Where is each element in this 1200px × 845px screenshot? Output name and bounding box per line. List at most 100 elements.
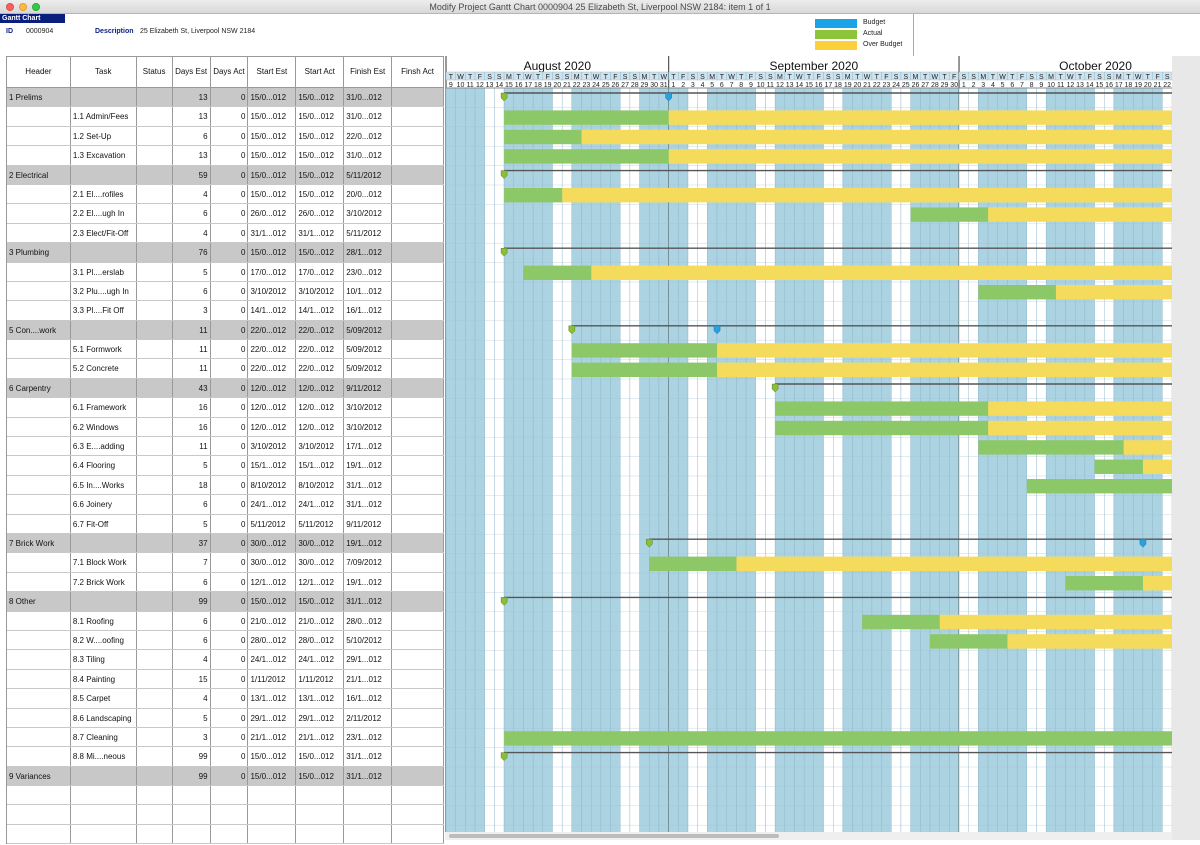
- table-cell[interactable]: 8.1 Roofing: [71, 611, 137, 630]
- table-row[interactable]: 8.6 Landscaping 5 0 29/1...012 29/1...012 2/1…: [7, 708, 444, 728]
- table-cell[interactable]: 5/10/2012: [344, 630, 393, 650]
- table-cell[interactable]: 0: [211, 689, 249, 708]
- table-cell[interactable]: 0: [211, 572, 249, 592]
- table-cell[interactable]: 2.2 El....ugh In: [71, 204, 137, 223]
- table-cell[interactable]: [137, 359, 173, 378]
- table-cell[interactable]: [137, 262, 173, 281]
- table-cell[interactable]: 6.4 Flooring: [71, 456, 137, 475]
- table-cell[interactable]: [7, 184, 71, 204]
- table-cell[interactable]: [392, 243, 444, 262]
- table-row[interactable]: 8.8 Mi....neous 99 0 15/0...012 15/0...012 31…: [7, 747, 444, 767]
- table-cell[interactable]: [392, 650, 444, 669]
- table-row[interactable]: 1.1 Admin/Fees 13 0 15/0...012 15/0...012 31/…: [7, 107, 444, 127]
- table-cell[interactable]: [344, 824, 393, 844]
- table-cell[interactable]: 0: [211, 146, 249, 165]
- table-cell[interactable]: [392, 669, 444, 689]
- table-cell[interactable]: [392, 437, 444, 456]
- table-cell[interactable]: 30/0...012: [248, 533, 297, 553]
- table-cell[interactable]: [7, 611, 71, 630]
- table-cell[interactable]: [7, 398, 71, 417]
- column-header[interactable]: Finish Est: [344, 57, 393, 87]
- table-cell[interactable]: 5: [173, 514, 211, 533]
- table-cell[interactable]: 3/10/2012: [296, 281, 345, 301]
- table-cell[interactable]: [392, 359, 444, 378]
- table-cell[interactable]: 15/0...012: [296, 165, 345, 184]
- table-cell[interactable]: 15/0...012: [296, 146, 345, 165]
- table-row[interactable]: 6.4 Flooring 5 0 15/1...012 15/1...012 19/1..…: [7, 456, 444, 476]
- table-cell[interactable]: 17/1...012: [344, 437, 393, 456]
- table-cell[interactable]: [137, 747, 173, 766]
- table-cell[interactable]: 12/0...012: [296, 378, 345, 398]
- table-cell[interactable]: 24/1...012: [296, 495, 345, 514]
- table-cell[interactable]: [392, 378, 444, 398]
- table-row[interactable]: 6.7 Fit-Off 5 0 5/11/2012 5/11/2012 9/11/2012: [7, 514, 444, 534]
- column-header[interactable]: Finsh Act: [392, 57, 444, 87]
- table-cell[interactable]: [7, 650, 71, 669]
- table-cell[interactable]: 13: [173, 107, 211, 126]
- table-cell[interactable]: 6.3 E....adding: [71, 437, 137, 456]
- table-cell[interactable]: [392, 88, 444, 107]
- table-cell[interactable]: 31/0...012: [344, 107, 393, 126]
- table-cell[interactable]: 5.1 Formwork: [71, 340, 137, 359]
- table-cell[interactable]: [71, 786, 137, 805]
- column-header[interactable]: Days Act: [211, 57, 249, 87]
- table-cell[interactable]: 0: [211, 747, 249, 766]
- table-cell[interactable]: 6.6 Joinery: [71, 495, 137, 514]
- table-cell[interactable]: 8/10/2012: [248, 475, 297, 495]
- table-cell[interactable]: [7, 262, 71, 281]
- table-cell[interactable]: [137, 184, 173, 204]
- table-cell[interactable]: [137, 514, 173, 533]
- table-cell[interactable]: [7, 204, 71, 223]
- table-cell[interactable]: [137, 165, 173, 184]
- table-cell[interactable]: [392, 281, 444, 301]
- table-cell[interactable]: [137, 669, 173, 689]
- table-cell[interactable]: 31/1...012: [344, 495, 393, 514]
- table-cell[interactable]: 0: [211, 456, 249, 475]
- table-cell[interactable]: 6: [173, 204, 211, 223]
- table-cell[interactable]: 6 Carpentry: [7, 378, 71, 398]
- table-cell[interactable]: 15/0...012: [248, 126, 297, 146]
- table-cell[interactable]: 0: [211, 727, 249, 747]
- table-cell[interactable]: 24/1...012: [248, 495, 297, 514]
- table-cell[interactable]: 6.1 Framework: [71, 398, 137, 417]
- table-row[interactable]: 7.2 Brick Work 6 0 12/1...012 12/1...012 19/1…: [7, 572, 444, 593]
- maximize-window-button[interactable]: [32, 3, 40, 11]
- table-cell[interactable]: 22/0...012: [248, 359, 297, 378]
- table-cell[interactable]: [137, 107, 173, 126]
- table-row[interactable]: 8.1 Roofing 6 0 21/0...012 21/0...012 28/0...…: [7, 611, 444, 631]
- column-header[interactable]: Status: [137, 57, 173, 87]
- table-cell[interactable]: [7, 727, 71, 747]
- table-cell[interactable]: [296, 805, 345, 824]
- table-cell[interactable]: 2 Electrical: [7, 165, 71, 184]
- table-cell[interactable]: 15/0...012: [296, 766, 345, 786]
- table-cell[interactable]: 19/1...012: [344, 456, 393, 475]
- table-cell[interactable]: 31/1...012: [344, 766, 393, 786]
- table-cell[interactable]: [137, 243, 173, 262]
- group-row[interactable]: 3 Plumbing 76 0 15/0...012 15/0...012 28/1...…: [7, 243, 444, 263]
- table-cell[interactable]: [137, 301, 173, 320]
- table-cell[interactable]: 16/1...012: [344, 301, 393, 320]
- table-cell[interactable]: 5/09/2012: [344, 340, 393, 359]
- table-cell[interactable]: [137, 630, 173, 650]
- table-cell[interactable]: 5/11/2012: [248, 514, 297, 533]
- table-cell[interactable]: [392, 514, 444, 533]
- table-cell[interactable]: 6: [173, 126, 211, 146]
- table-cell[interactable]: 10/1...012: [344, 281, 393, 301]
- table-cell[interactable]: [7, 514, 71, 533]
- table-cell[interactable]: 22/0...012: [296, 320, 345, 340]
- table-cell[interactable]: 3/10/2012: [344, 398, 393, 417]
- table-cell[interactable]: 0: [211, 107, 249, 126]
- table-cell[interactable]: [392, 165, 444, 184]
- table-cell[interactable]: [71, 88, 137, 107]
- table-cell[interactable]: [7, 689, 71, 708]
- table-cell[interactable]: 99: [173, 766, 211, 786]
- table-cell[interactable]: 15/1...012: [248, 456, 297, 475]
- table-cell[interactable]: 15/0...012: [296, 592, 345, 611]
- table-cell[interactable]: [71, 805, 137, 824]
- table-cell[interactable]: 5/11/2012: [344, 223, 393, 243]
- table-cell[interactable]: 99: [173, 592, 211, 611]
- table-cell[interactable]: [71, 243, 137, 262]
- table-cell[interactable]: 0: [211, 650, 249, 669]
- table-cell[interactable]: [392, 126, 444, 146]
- table-cell[interactable]: [248, 824, 297, 844]
